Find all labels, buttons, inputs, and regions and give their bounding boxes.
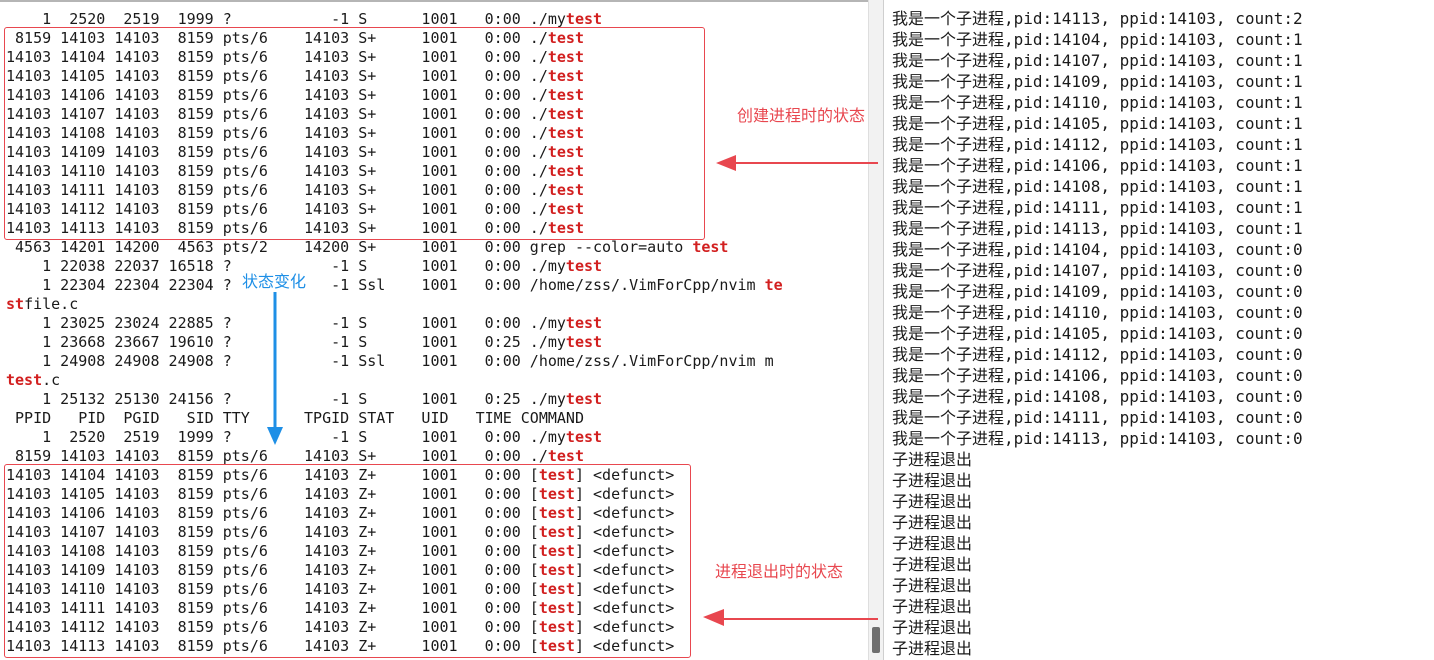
arrow-creation xyxy=(716,155,878,171)
creation-state-label: 创建进程时的状态 xyxy=(737,106,866,125)
arrow-exit xyxy=(703,609,878,626)
arrow-state-change xyxy=(267,292,283,445)
state-change-label: 状态变化 xyxy=(242,272,307,291)
exit-state-label: 进程退出时的状态 xyxy=(715,562,844,581)
